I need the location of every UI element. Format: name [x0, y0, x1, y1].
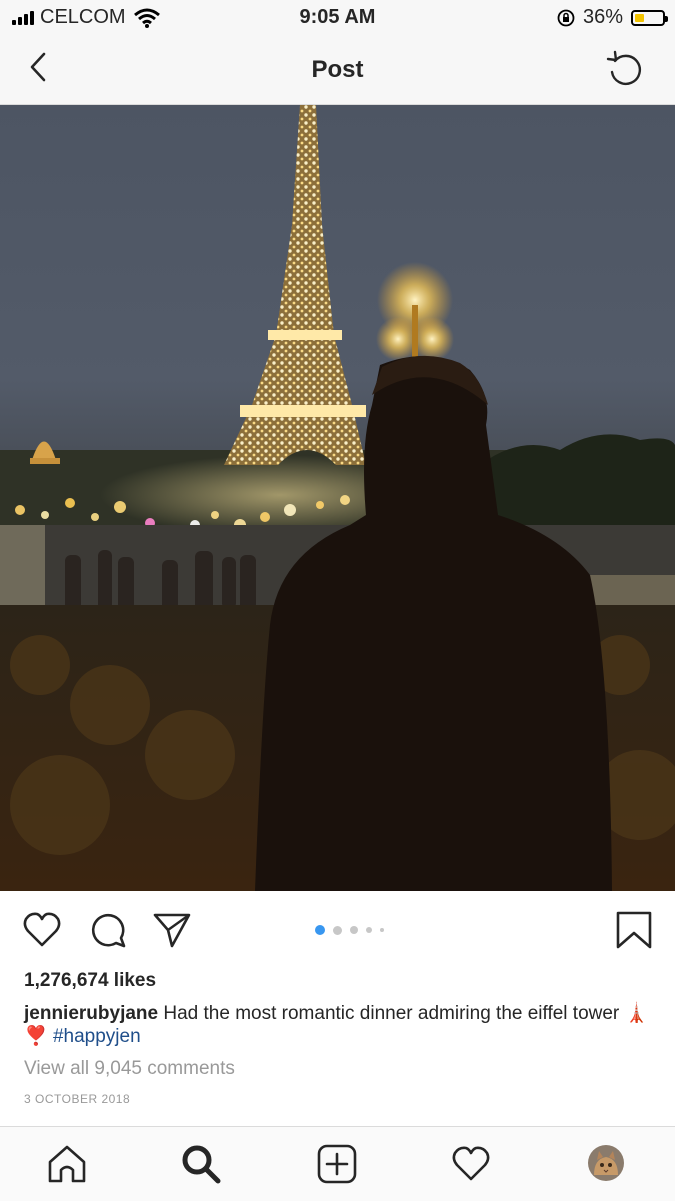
battery-icon — [631, 9, 668, 26]
carousel-dot — [380, 928, 384, 932]
caption-username[interactable]: jennierubyjane — [24, 1003, 158, 1024]
rotation-lock-icon — [557, 9, 575, 26]
nav-header: Post — [0, 36, 675, 105]
cat-avatar-image — [588, 1145, 624, 1181]
carousel-dot — [350, 926, 358, 934]
view-all-comments-link[interactable]: View all 9,045 comments — [24, 1058, 235, 1080]
status-right: 36% — [557, 6, 668, 29]
carousel-dot — [333, 925, 342, 935]
refresh-icon[interactable] — [605, 50, 645, 90]
eiffel-tower-night-photo — [0, 105, 675, 891]
likes-count[interactable]: 1,276,674 likes — [24, 970, 156, 992]
battery-level — [635, 13, 645, 22]
post-caption: jennierubyjane Had the most romantic din… — [24, 1002, 654, 1048]
carousel-indicator — [315, 925, 384, 935]
post-photo[interactable] — [0, 105, 675, 891]
bottom-tab-bar — [0, 1126, 675, 1201]
heart-icon[interactable] — [22, 910, 62, 950]
status-bar: CELCOM 9:05 AM 36% — [0, 0, 675, 36]
search-icon[interactable] — [180, 1143, 222, 1185]
bookmark-icon[interactable] — [614, 910, 654, 950]
comment-icon[interactable] — [88, 910, 128, 950]
carousel-dot — [315, 925, 325, 935]
share-icon[interactable] — [152, 910, 192, 950]
activity-heart-icon[interactable] — [450, 1143, 492, 1185]
battery-percent: 36% — [582, 6, 623, 28]
profile-avatar[interactable] — [588, 1145, 624, 1181]
add-icon[interactable] — [316, 1143, 358, 1185]
home-icon[interactable] — [46, 1143, 88, 1185]
caption-hashtag[interactable]: #happyjen — [53, 1026, 141, 1047]
post-date: 3 OCTOBER 2018 — [24, 1092, 131, 1106]
caption-text: Had the most romantic dinner admiring th… — [163, 1003, 620, 1024]
page-title: Post — [311, 56, 364, 83]
carousel-dot — [366, 927, 372, 933]
